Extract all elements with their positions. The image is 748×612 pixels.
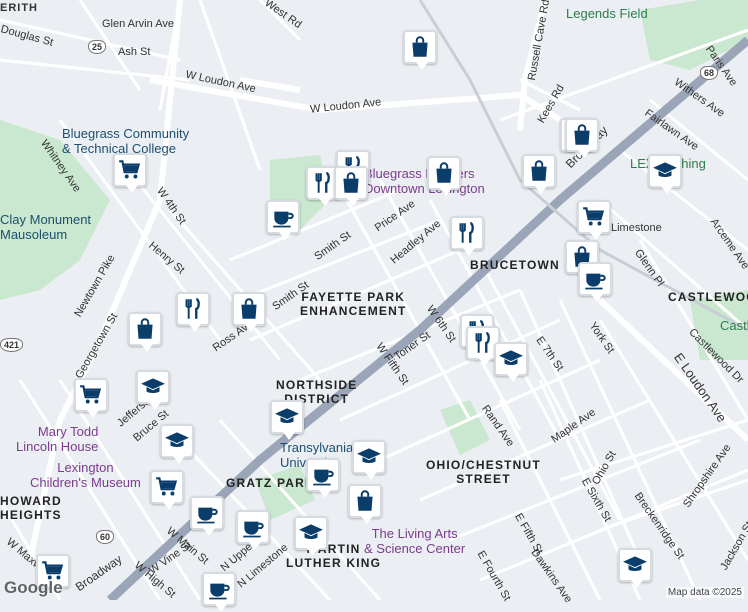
coffee-pin[interactable] bbox=[236, 510, 270, 550]
district-brucetown: BRUCETOWN bbox=[470, 258, 560, 272]
shopping-bag-pin[interactable] bbox=[522, 154, 556, 194]
school-icon bbox=[498, 346, 524, 372]
shopping-cart-pin[interactable] bbox=[150, 470, 184, 510]
school-icon bbox=[622, 552, 648, 578]
shopping-cart-icon bbox=[581, 204, 607, 230]
place-bctc[interactable]: Bluegrass Community & Technical College bbox=[62, 126, 189, 156]
coffee-pin[interactable] bbox=[190, 496, 224, 536]
coffee-icon bbox=[194, 500, 220, 526]
shopping-bag-pin[interactable] bbox=[403, 30, 437, 70]
shopping-bag-icon bbox=[236, 296, 262, 322]
school-icon bbox=[140, 374, 166, 400]
district-howard-heights: HOWARD HEIGHTS bbox=[0, 494, 62, 522]
shopping-bag-icon bbox=[569, 122, 595, 148]
restaurant-icon bbox=[454, 220, 480, 246]
place-legends-field[interactable]: Legends Field bbox=[566, 6, 648, 21]
shopping-bag-icon bbox=[352, 488, 378, 514]
shopping-cart-pin[interactable] bbox=[577, 200, 611, 240]
district-gratz-park: GRATZ PARK bbox=[226, 476, 315, 490]
shopping-bag-pin[interactable] bbox=[128, 312, 162, 352]
coffee-pin[interactable] bbox=[306, 458, 340, 498]
coffee-icon bbox=[206, 576, 232, 602]
place-mary-todd-lincoln[interactable]: Mary Todd Lincoln House bbox=[16, 424, 98, 454]
school-icon bbox=[298, 520, 324, 546]
street-label: Ash St bbox=[118, 46, 151, 58]
restaurant-icon bbox=[180, 296, 206, 322]
restaurant-pin[interactable] bbox=[450, 216, 484, 256]
coffee-pin[interactable] bbox=[202, 572, 236, 612]
map-attribution[interactable]: Map data ©2025 bbox=[665, 587, 744, 598]
district-castlewood: CASTLEWOOD bbox=[668, 290, 748, 304]
coffee-icon bbox=[582, 266, 608, 292]
school-pin[interactable] bbox=[294, 516, 328, 556]
restaurant-icon bbox=[470, 330, 496, 356]
shopping-bag-pin[interactable] bbox=[232, 292, 266, 332]
us-421-shield: 421 bbox=[0, 338, 24, 352]
restaurant-pin[interactable] bbox=[176, 292, 210, 332]
shopping-cart-icon bbox=[78, 382, 104, 408]
coffee-icon bbox=[270, 204, 296, 230]
shopping-bag-pin[interactable] bbox=[348, 484, 382, 524]
place-castle[interactable]: Castle bbox=[720, 318, 748, 333]
shopping-bag-pin[interactable] bbox=[565, 118, 599, 158]
shopping-bag-pin[interactable] bbox=[334, 166, 368, 206]
district-fayette-park: FAYETTE PARK ENHANCEMENT bbox=[300, 290, 407, 318]
street-label: Glen Arvin Ave bbox=[102, 18, 174, 30]
coffee-icon bbox=[240, 514, 266, 540]
shopping-cart-pin[interactable] bbox=[74, 378, 108, 418]
shopping-bag-icon bbox=[526, 158, 552, 184]
us-60-shield: 60 bbox=[96, 530, 115, 544]
school-pin[interactable] bbox=[494, 342, 528, 382]
place-childrens-museum[interactable]: Lexington Children's Museum bbox=[30, 460, 141, 490]
shopping-bag-icon bbox=[407, 34, 433, 60]
school-pin[interactable] bbox=[160, 424, 194, 464]
shopping-cart-icon bbox=[154, 474, 180, 500]
shopping-bag-icon bbox=[338, 170, 364, 196]
school-icon bbox=[274, 404, 300, 430]
school-pin[interactable] bbox=[352, 440, 386, 480]
shopping-cart-pin[interactable] bbox=[113, 153, 147, 193]
google-logo: Google bbox=[4, 578, 63, 597]
street-label: ERITH bbox=[0, 2, 38, 14]
shopping-cart-icon bbox=[117, 157, 143, 183]
school-pin[interactable] bbox=[270, 400, 304, 440]
coffee-icon bbox=[310, 462, 336, 488]
school-pin[interactable] bbox=[618, 548, 652, 588]
shopping-bag-icon bbox=[132, 316, 158, 342]
place-living-arts[interactable]: The Living Arts & Science Center bbox=[364, 526, 465, 556]
coffee-pin[interactable] bbox=[266, 200, 300, 240]
shopping-bag-icon bbox=[431, 160, 457, 186]
school-pin[interactable] bbox=[648, 154, 682, 194]
school-icon bbox=[356, 444, 382, 470]
school-icon bbox=[164, 428, 190, 454]
coffee-pin[interactable] bbox=[578, 262, 612, 302]
school-pin[interactable] bbox=[136, 370, 170, 410]
place-bluegrass-distillers[interactable]: Bluegrass Distillers Downtown Lexington bbox=[364, 166, 485, 196]
restaurant-icon bbox=[310, 170, 336, 196]
school-icon bbox=[652, 158, 678, 184]
district-ohio-chestnut: OHIO/CHESTNUT STREET bbox=[426, 458, 541, 486]
place-clay-monument[interactable]: Clay Monument Mausoleum bbox=[0, 212, 91, 242]
shopping-bag-pin[interactable] bbox=[427, 156, 461, 196]
us-25-shield: 25 bbox=[88, 40, 107, 54]
